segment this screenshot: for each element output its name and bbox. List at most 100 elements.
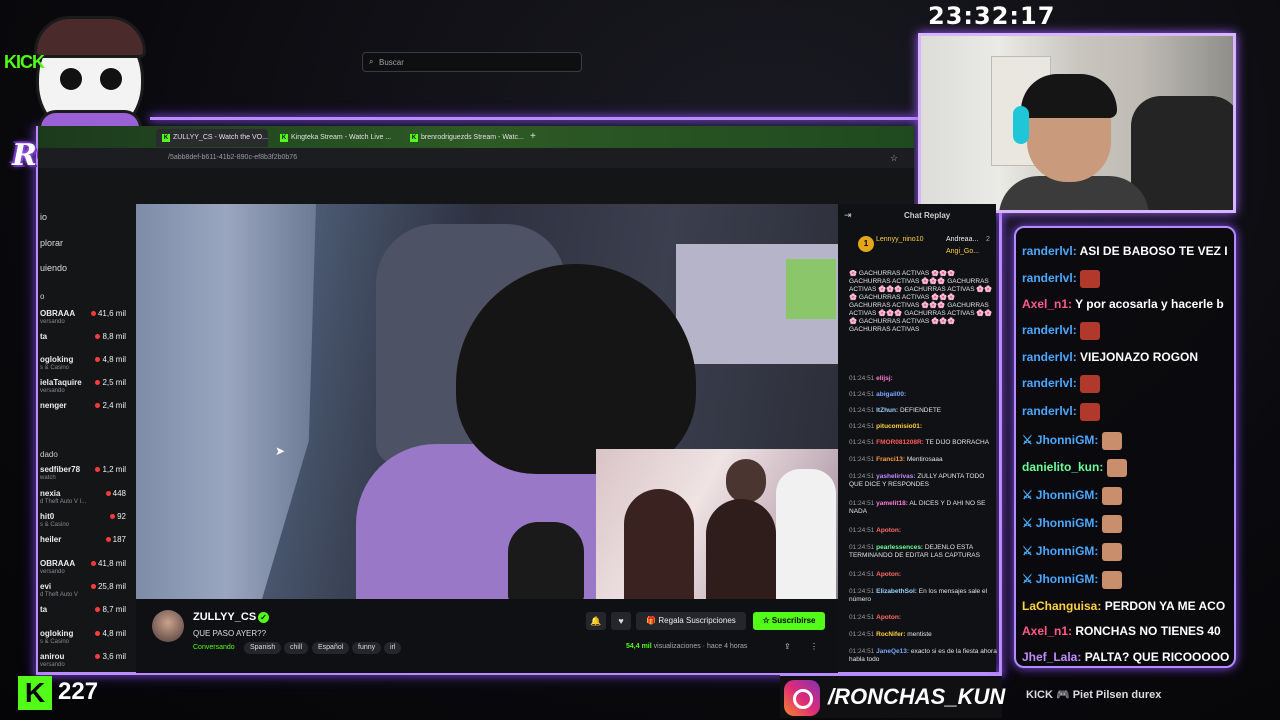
overlay-chat-message: randerlvl: VIEJONAZO ROGON <box>1022 350 1199 364</box>
tab-brenrodriguez[interactable]: Kbrenrodriguezds Stream - Watc... <box>404 129 528 147</box>
tab-bar: K ZULLYY_CS - Watch the VO... K Kingteka S… <box>38 126 914 148</box>
chat-message: 01:24:51 Apoton: <box>849 527 902 534</box>
overlay-chat-message: randerlvl: ASI DE BABOSO TE VEZ I <box>1022 244 1228 258</box>
more-options-icon[interactable]: ⋮ <box>810 642 818 651</box>
tag-funny[interactable]: funny <box>352 642 382 654</box>
search-icon: ⌕ <box>369 57 374 66</box>
overlay-chat-message: randerlvl: <box>1022 403 1101 425</box>
instagram-handle: /RONCHAS_KUN <box>828 684 1006 709</box>
sidebar-channel[interactable]: heiler 187 <box>40 535 134 557</box>
section-following: dado <box>40 450 58 459</box>
chat-message: 01:24:51 RocNifer: mentiste <box>849 631 932 638</box>
sidebar-channel[interactable]: OBRAAA versando 41,6 mil <box>40 309 134 331</box>
tab-kingteka[interactable]: K Kingteka Stream - Watch Live ... <box>274 129 398 147</box>
nav-siguiendo[interactable]: uiendo <box>40 263 67 273</box>
search-input[interactable]: ⌕ Buscar <box>362 52 582 72</box>
nav-explorar[interactable]: plorar <box>40 238 63 248</box>
live-dot-icon <box>90 561 96 566</box>
tag-spanish[interactable]: Spanish <box>244 642 282 654</box>
sidebar-channel[interactable]: ielaTaquire versando 2,5 mil <box>40 378 134 400</box>
sidebar-channel[interactable]: ogloking s & Casino 4,8 mil <box>40 629 134 651</box>
sidebar-channel[interactable]: OBRAAA versando 41,8 mil <box>40 559 134 581</box>
new-tab-button[interactable]: + <box>528 129 542 147</box>
face-emote-icon <box>1101 432 1122 450</box>
streamer-name[interactable]: ZULLYY_CS <box>193 611 256 623</box>
chat-message: 01:24:51 Franci13: Mentirosaaa <box>849 456 943 463</box>
sidebar-channel[interactable]: ogloking s & Casino 4,8 mil <box>40 355 134 377</box>
overlay-chat-message: ⚔ JhonniGM: <box>1022 515 1122 537</box>
sidebar-channel[interactable]: nenger 2,4 mil <box>40 401 134 423</box>
live-dot-icon <box>95 380 101 385</box>
live-dot-icon <box>95 403 101 408</box>
face-emote-icon <box>1101 571 1122 589</box>
address-bar[interactable]: /5abb8def-b611-41b2-890c-ef8b3f2b0b76 <box>38 148 914 168</box>
live-dot-icon <box>95 357 101 362</box>
clock: 23:32:17 <box>928 2 1056 30</box>
live-dot-icon <box>95 467 101 472</box>
sidebar-channel[interactable]: sedfiber78 watch 1,2 mil <box>40 465 134 487</box>
tag-irl[interactable]: irl <box>384 642 402 654</box>
kick-tab-icon: K <box>162 134 170 142</box>
pip-video[interactable] <box>596 449 838 599</box>
sword-badge-icon: ⚔ <box>1022 488 1033 503</box>
share-icon[interactable]: ⇪ <box>784 642 791 651</box>
sword-badge-icon: ⚔ <box>1022 544 1033 559</box>
kick-logo[interactable]: KICK <box>4 52 45 73</box>
nav-inicio[interactable]: io <box>40 212 47 222</box>
angry-emote-icon <box>1080 322 1101 340</box>
chat-message: 01:24:51 yashelirivas: ZULLY APUNTA TODO… <box>849 473 985 488</box>
stream-title: QUE PASO AYER?? <box>193 629 267 638</box>
chat-message: 01:24:51 abigail00: <box>849 391 907 398</box>
chat-message: 01:24:51 pearlessences: DEJENLO ESTA TER… <box>849 544 980 559</box>
sidebar-channel[interactable]: ta 8,7 mil <box>40 605 134 627</box>
kick-tab-icon: K <box>410 134 418 142</box>
sword-badge-icon: ⚔ <box>1022 516 1033 531</box>
chat-message: 01:24:51 ItZhun: DEFIENDETE <box>849 407 942 414</box>
frame-top-line <box>150 117 918 120</box>
subscribe-button[interactable]: ☆ Suscribirse <box>753 612 825 630</box>
stream-overlay: RONCHAS 23:32:17 KZULLYY_CS - Watch the … <box>0 0 1280 720</box>
top-gifter-name: Lennyy_nino10 <box>876 236 924 243</box>
live-dot-icon <box>95 607 101 612</box>
tag-espanol[interactable]: Español <box>312 642 350 654</box>
section-recommended: o <box>40 292 45 301</box>
sidebar-channel[interactable]: evi d Theft Auto V 25,8 mil <box>40 582 134 604</box>
sidebar-channel[interactable]: anirou versando 3,6 mil <box>40 652 134 674</box>
star-icon: ☆ <box>762 616 772 625</box>
bookmark-star-icon[interactable]: ☆ <box>890 153 898 164</box>
instagram-banner: /RONCHAS_KUN <box>780 674 1006 718</box>
live-dot-icon <box>90 584 96 589</box>
frame-right-line <box>999 213 1002 674</box>
heart-icon[interactable]: ♥ <box>611 612 631 630</box>
live-dot-icon <box>95 654 101 659</box>
avatar[interactable] <box>152 610 184 642</box>
chat-message: 01:24:51 Apoton: <box>849 571 902 578</box>
collapse-chat-icon[interactable]: ⇥ <box>844 210 852 221</box>
overlay-chat-message: randerlvl: <box>1022 375 1101 397</box>
chat-message: 01:24:51 ElizabethSol: En los mensajes s… <box>849 588 988 603</box>
overlay-chat-message: Axel_n1: Y por acosarla y hacerle b <box>1022 297 1224 311</box>
gift-subs-button[interactable]: 🎁 Regala Suscripciones <box>636 612 746 630</box>
gift-icon: 🎁 <box>646 616 659 625</box>
sidebar-channel[interactable]: hit0 s & Casino 92 <box>40 512 134 534</box>
tag-chill[interactable]: chill <box>284 642 309 654</box>
overlay-chat-message: Jhef_Lala: PALTA? QUE RICOOOOO <box>1022 650 1230 664</box>
chat-message: 01:24:51 elijsj: <box>849 375 893 382</box>
overlay-chat-message: danielito_kun: <box>1022 459 1127 481</box>
webcam-feed <box>918 33 1236 213</box>
sidebar-channel[interactable]: nexia d Theft Auto V I... 448 <box>40 489 134 511</box>
notification-bell-icon[interactable]: 🔔 <box>586 612 606 630</box>
headset-icon <box>1013 106 1029 144</box>
tab-zullyy[interactable]: K ZULLYY_CS - Watch the VO... <box>156 129 268 147</box>
stream-category[interactable]: Conversando <box>193 644 235 651</box>
live-dot-icon <box>90 311 96 316</box>
angry-emote-icon <box>1080 270 1101 288</box>
chat-message: 01:24:51 Apoton: <box>849 614 902 621</box>
top-gifter-name: Andreaa... <box>946 236 979 243</box>
overlay-chat-message: LaChanguisa: PERDON YA ME ACO <box>1022 599 1226 613</box>
overlay-chat-message: randerlvl: <box>1022 322 1101 344</box>
sidebar-channel[interactable]: ta 8,8 mil <box>40 332 134 354</box>
face-emote-icon <box>1101 543 1122 561</box>
top-gifter-badge: 1 <box>858 236 874 252</box>
face-emote-icon <box>1101 487 1122 505</box>
